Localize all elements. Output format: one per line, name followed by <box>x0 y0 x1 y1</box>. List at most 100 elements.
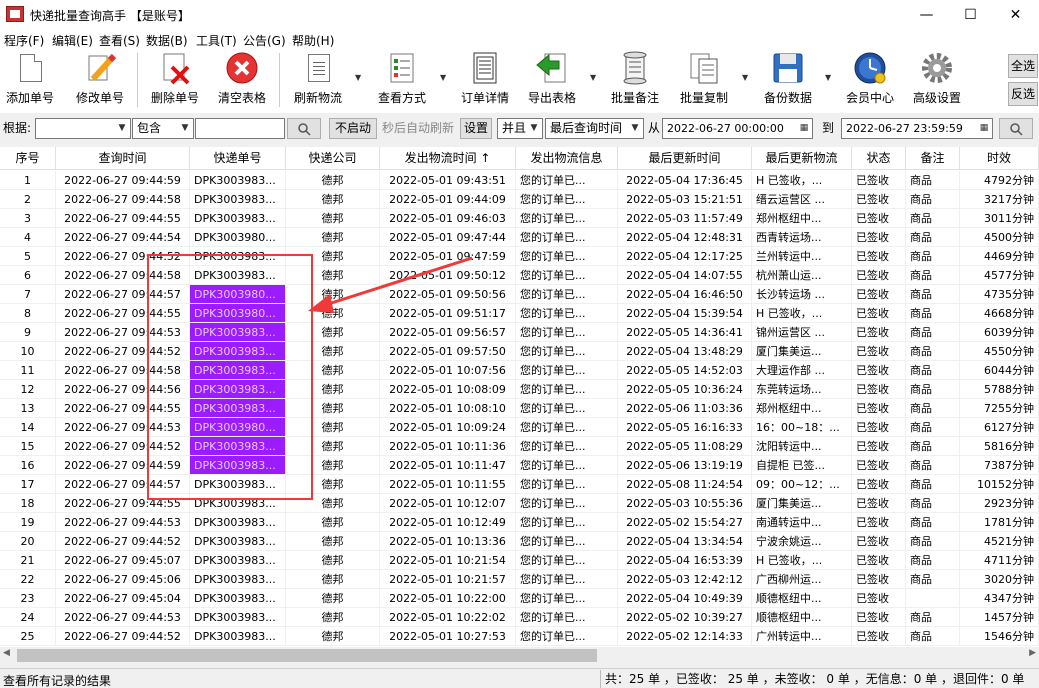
match-mode-select[interactable]: 包含 ▼ <box>132 118 194 139</box>
cell-query-time: 2022-06-27 09:44:59 <box>56 171 190 190</box>
menu-view[interactable]: 查看(S) <box>99 32 140 49</box>
view-mode-button[interactable]: 查看方式 <box>378 51 426 109</box>
clock-icon <box>853 51 887 85</box>
cell-last-update-info: 西青转运场... <box>752 228 852 247</box>
cell-ship-time: 2022-05-01 10:09:24 <box>380 418 516 437</box>
export-table-button[interactable]: 导出表格 <box>528 51 576 109</box>
cell-tracking-number: DPK3003983... <box>190 627 286 646</box>
column-header-courier[interactable]: 快递公司 <box>286 147 380 170</box>
table-row[interactable]: 3 2022-06-27 09:44:55 DPK3003983... 德邦 2022-… <box>0 209 1039 228</box>
cell-status: 已签收 <box>852 266 906 285</box>
horizontal-scrollbar[interactable]: ◀ ▶ <box>0 647 1039 664</box>
menu-edit[interactable]: 编辑(E) <box>52 32 93 49</box>
time-field-select[interactable]: 最后查询时间 ▼ <box>545 118 644 139</box>
auto-refresh-button[interactable]: 不启动 <box>329 118 377 139</box>
advanced-settings-button[interactable]: 高级设置 <box>913 51 961 109</box>
export-dropdown-icon[interactable]: ▼ <box>590 74 598 82</box>
table-row[interactable]: 19 2022-06-27 09:44:53 DPK3003983... 德邦 2022… <box>0 513 1039 532</box>
cell-tracking-number: DPK3003983... <box>190 190 286 209</box>
menu-data[interactable]: 数据(B) <box>146 32 188 49</box>
column-header-last-update-time[interactable]: 最后更新时间 <box>618 147 752 170</box>
minimize-button[interactable]: — <box>904 0 949 30</box>
cell-last-update-info: 厦门集美运... <box>752 342 852 361</box>
add-number-button[interactable]: 添加单号 <box>6 51 54 109</box>
table-row[interactable]: 4 2022-06-27 09:44:54 DPK3003980... 德邦 2022-… <box>0 228 1039 247</box>
clear-table-button[interactable]: 清空表格 <box>218 51 266 109</box>
cell-duration: 4500分钟 <box>960 228 1039 247</box>
cell-last-update-time: 2022-05-03 11:57:49 <box>618 209 752 228</box>
table-row[interactable]: 25 2022-06-27 09:44:52 DPK3003983... 德邦 2022… <box>0 627 1039 646</box>
logic-select[interactable]: 并且 ▼ <box>497 118 543 139</box>
cell-courier: 德邦 <box>286 627 380 646</box>
edit-number-button[interactable]: 修改单号 <box>76 51 124 109</box>
cell-duration: 2923分钟 <box>960 494 1039 513</box>
backup-data-button[interactable]: 备份数据 <box>764 51 812 109</box>
cell-duration: 6044分钟 <box>960 361 1039 380</box>
cell-status: 已签收 <box>852 304 906 323</box>
order-detail-button[interactable]: 订单详情 <box>461 51 509 109</box>
column-header-status[interactable]: 状态 <box>852 147 906 170</box>
cell-status: 已签收 <box>852 285 906 304</box>
scroll-left-icon[interactable]: ◀ <box>3 648 10 658</box>
delete-number-button[interactable]: 删除单号 <box>151 51 199 109</box>
cell-note: 商品 <box>906 323 960 342</box>
backup-dropdown-icon[interactable]: ▼ <box>825 74 833 82</box>
from-date-picker[interactable]: 2022-06-27 00:00:00 ▦ <box>662 118 813 139</box>
column-header-duration[interactable]: 时效 <box>960 147 1039 170</box>
to-date-picker[interactable]: 2022-06-27 23:59:59 ▦ <box>841 118 993 139</box>
menu-help[interactable]: 帮助(H) <box>292 32 334 49</box>
date-search-button[interactable] <box>999 118 1033 139</box>
table-row[interactable]: 23 2022-06-27 09:45:04 DPK3003983... 德邦 2022… <box>0 589 1039 608</box>
table-row[interactable]: 21 2022-06-27 09:45:07 DPK3003983... 德邦 2022… <box>0 551 1039 570</box>
scroll-right-icon[interactable]: ▶ <box>1029 648 1036 658</box>
column-header-last-update-info[interactable]: 最后更新物流 <box>752 147 852 170</box>
cell-note: 商品 <box>906 551 960 570</box>
scrollbar-thumb[interactable] <box>17 649 597 662</box>
select-all-button[interactable]: 全选 <box>1008 54 1038 78</box>
member-center-button[interactable]: 会员中心 <box>846 51 894 109</box>
annotation-arrow-icon <box>308 256 473 313</box>
cell-last-update-info: H 已签收，... <box>752 304 852 323</box>
column-header-ship-info[interactable]: 发出物流信息 <box>516 147 618 170</box>
refresh-dropdown-icon[interactable]: ▼ <box>355 74 363 82</box>
cell-ship-info: 您的订单已... <box>516 323 618 342</box>
batch-note-button[interactable]: 批量备注 <box>611 51 659 109</box>
cell-last-update-time: 2022-05-05 16:16:33 <box>618 418 752 437</box>
table-row[interactable]: 2 2022-06-27 09:44:58 DPK3003983... 德邦 2022-… <box>0 190 1039 209</box>
basis-select[interactable]: ▼ <box>35 118 131 139</box>
search-input[interactable] <box>195 118 285 139</box>
cell-status: 已签收 <box>852 456 906 475</box>
menu-tools[interactable]: 工具(T) <box>196 32 237 49</box>
cell-note <box>906 589 960 608</box>
column-header-tracking-number[interactable]: 快递单号 <box>190 147 286 170</box>
column-header-note[interactable]: 备注 <box>906 147 960 170</box>
cell-last-update-time: 2022-05-04 16:53:39 <box>618 551 752 570</box>
search-button[interactable] <box>287 118 321 139</box>
table-row[interactable]: 22 2022-06-27 09:45:06 DPK3003983... 德邦 2022… <box>0 570 1039 589</box>
maximize-button[interactable]: ☐ <box>948 0 993 30</box>
batch-copy-button[interactable]: 批量复制 <box>680 51 728 109</box>
table-row[interactable]: 20 2022-06-27 09:44:52 DPK3003983... 德邦 2022… <box>0 532 1039 551</box>
menu-program[interactable]: 程序(F) <box>4 32 44 49</box>
refresh-logistics-button[interactable]: 刷新物流 <box>294 51 342 109</box>
select-panel: 全选 反选 <box>1006 52 1039 108</box>
table-row[interactable]: 24 2022-06-27 09:44:53 DPK3003983... 德邦 2022… <box>0 608 1039 627</box>
column-header-seq[interactable]: 序号 <box>0 147 56 170</box>
cell-courier: 德邦 <box>286 190 380 209</box>
copy-icon <box>687 51 721 85</box>
cell-duration: 6127分钟 <box>960 418 1039 437</box>
close-button[interactable]: ✕ <box>993 0 1038 30</box>
column-header-query-time[interactable]: 查询时间 <box>56 147 190 170</box>
invert-selection-button[interactable]: 反选 <box>1008 82 1038 106</box>
settings-button[interactable]: 设置 <box>460 118 492 139</box>
cell-seq: 10 <box>0 342 56 361</box>
copy-dropdown-icon[interactable]: ▼ <box>742 74 750 82</box>
table-row[interactable]: 1 2022-06-27 09:44:59 DPK3003983... 德邦 2022-… <box>0 171 1039 190</box>
cell-tracking-number: DPK3003983... <box>190 570 286 589</box>
cell-note: 商品 <box>906 247 960 266</box>
cell-tracking-number: DPK3003983... <box>190 532 286 551</box>
view-dropdown-icon[interactable]: ▼ <box>440 74 448 82</box>
menu-notice[interactable]: 公告(G) <box>243 32 286 49</box>
column-header-ship-time[interactable]: 发出物流时间 ↑ <box>380 147 516 170</box>
cell-last-update-info: 长沙转运场 ... <box>752 285 852 304</box>
